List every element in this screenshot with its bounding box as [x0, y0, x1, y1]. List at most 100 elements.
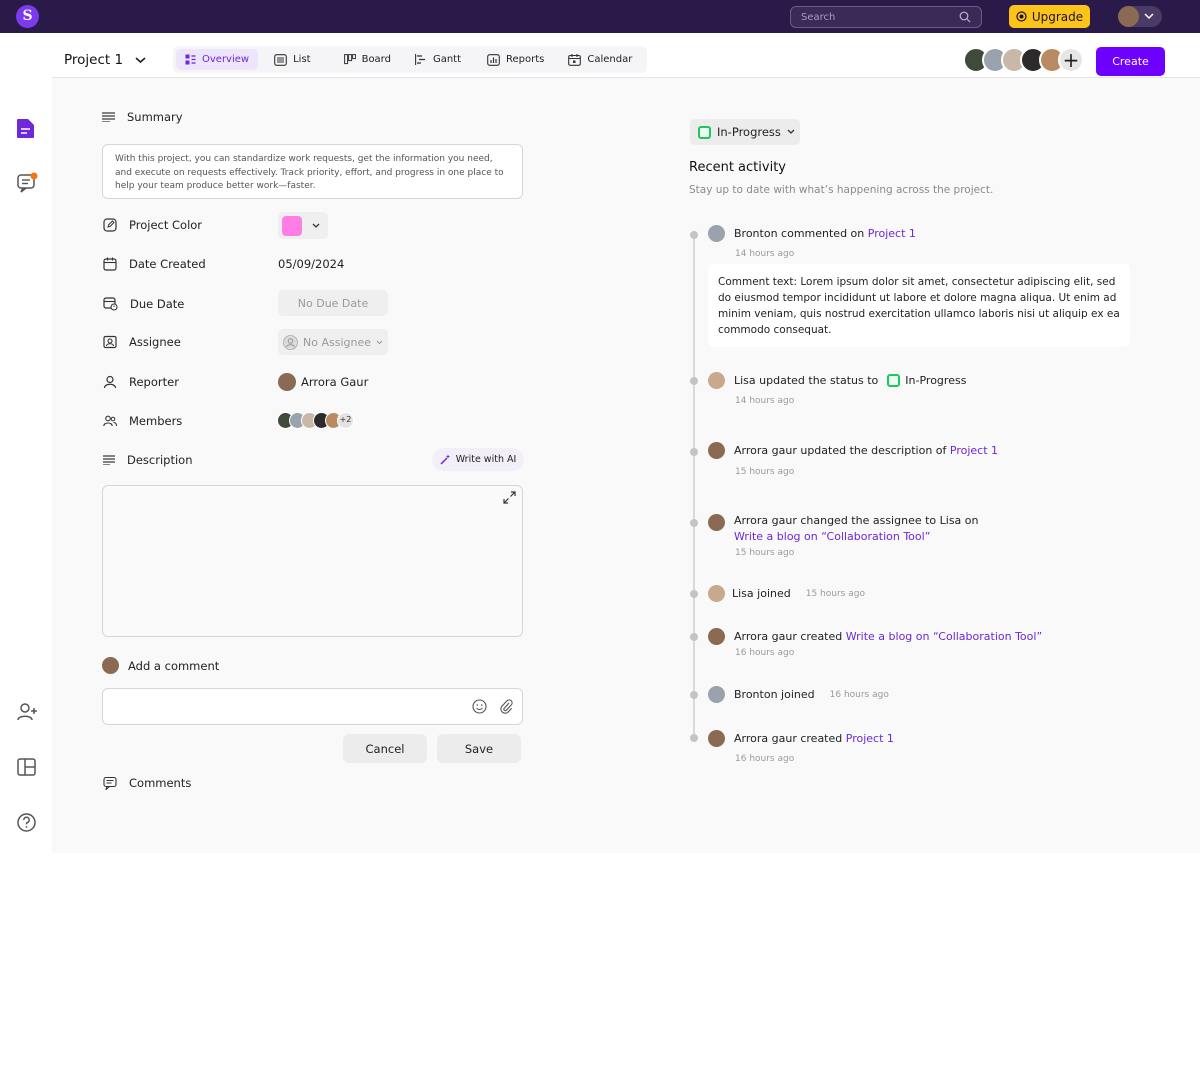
avatar: [708, 585, 725, 602]
calendar-icon: [568, 53, 582, 66]
tab-reports[interactable]: Reports: [478, 49, 553, 70]
project-color-picker[interactable]: [278, 212, 328, 239]
summary-row: Summary: [102, 110, 183, 124]
recent-activity-title: Recent activity: [689, 160, 786, 175]
due-date-label: Due Date: [130, 296, 185, 311]
activity-time: 14 hours ago: [735, 396, 795, 406]
project-members[interactable]: +: [963, 47, 1084, 73]
tab-list[interactable]: List: [265, 49, 319, 70]
tab-calendar[interactable]: Calendar: [559, 49, 641, 70]
paperclip-icon[interactable]: [499, 699, 513, 714]
activity-link[interactable]: Write a blog on “Collaboration Tool”: [846, 630, 1042, 643]
board-icon: [343, 54, 356, 65]
app-logo[interactable]: S: [16, 5, 39, 28]
document-icon[interactable]: [16, 117, 36, 139]
activity-time: 14 hours ago: [735, 249, 795, 259]
create-button[interactable]: Create: [1096, 47, 1165, 76]
save-button[interactable]: Save: [437, 734, 521, 763]
search-icon[interactable]: [959, 11, 971, 23]
user-icon: [103, 375, 117, 389]
upgrade-button[interactable]: Upgrade: [1009, 5, 1090, 28]
view-tabs: Overview List Board Gantt Reports Calend…: [173, 46, 648, 73]
date-created-row: Date Created: [103, 257, 206, 271]
overview-icon: [185, 54, 196, 65]
comment-composer[interactable]: [102, 688, 523, 725]
status-indicator: [887, 374, 901, 387]
color-swatch: [282, 215, 302, 236]
status-dropdown[interactable]: In-Progress: [690, 119, 800, 145]
reporter-label: Reporter: [129, 375, 179, 389]
upgrade-label: Upgrade: [1031, 9, 1084, 24]
activity-time: 15 hours ago: [735, 467, 795, 477]
activity-time: 15 hours ago: [805, 588, 865, 599]
description-label: Description: [127, 453, 193, 467]
recent-activity-subtitle: Stay up to date with what’s happening ac…: [689, 184, 994, 196]
timeline-dot: [690, 734, 698, 742]
calendar-clock-icon: [103, 296, 118, 311]
activity-item: Lisa updated the status to In-Progress: [708, 372, 966, 389]
description-editor[interactable]: [102, 485, 523, 637]
timeline-dot: [690, 633, 698, 641]
tab-overview[interactable]: Overview: [176, 49, 259, 70]
activity-link[interactable]: Project 1: [846, 732, 894, 745]
project-selector[interactable]: Project 1: [64, 52, 146, 68]
timeline-dot: [690, 519, 698, 527]
tab-board[interactable]: Board: [335, 49, 400, 70]
avatar: [708, 372, 725, 389]
chevron-down-icon: [376, 340, 383, 345]
activity-time: 16 hours ago: [829, 689, 889, 700]
activity-item: Arrora gaur created Write a blog on “Col…: [708, 628, 1042, 645]
timeline-line: [693, 235, 695, 740]
user-menu[interactable]: [1118, 6, 1162, 27]
project-header: Project 1 Overview List Board Gantt Repo…: [52, 33, 1200, 78]
due-date-picker[interactable]: No Due Date: [278, 290, 388, 316]
add-comment-row: Add a comment: [102, 657, 219, 674]
chevron-down-icon: [135, 56, 146, 64]
assignee-select[interactable]: No Assignee: [278, 329, 388, 355]
members-avatars[interactable]: +2: [277, 412, 354, 429]
top-bar: S Upgrade: [0, 0, 1200, 33]
upgrade-icon: [1016, 11, 1027, 22]
avatar: [708, 730, 725, 747]
activity-item: Bronton joined 16 hours ago: [708, 686, 889, 703]
summary-label: Summary: [127, 110, 183, 124]
activity-item: Arrora gaur created Project 1: [708, 730, 894, 747]
search-box[interactable]: [790, 6, 982, 28]
summary-textbox[interactable]: With this project, you can standardize w…: [102, 144, 523, 199]
members-label: Members: [129, 414, 183, 428]
chat-icon[interactable]: [16, 172, 38, 194]
help-icon[interactable]: [16, 812, 37, 833]
user-placeholder-icon: [283, 334, 298, 350]
activity-link[interactable]: Project 1: [950, 444, 998, 457]
avatar: [102, 657, 119, 674]
users-icon: [103, 415, 117, 427]
search-input[interactable]: [801, 10, 951, 25]
edit-icon: [103, 218, 117, 232]
project-title: Project 1: [64, 52, 124, 68]
list-icon: [274, 53, 287, 66]
tab-gantt[interactable]: Gantt: [406, 49, 470, 70]
comment-input[interactable]: [113, 698, 453, 716]
members-more-badge: +2: [337, 412, 354, 429]
activity-item: Arrora gaur changed the assignee to Lisa…: [708, 513, 979, 545]
timeline-dot: [690, 691, 698, 699]
magic-wand-icon: [440, 454, 451, 465]
activity-item: Lisa joined 15 hours ago: [708, 585, 865, 602]
activity-link[interactable]: Write a blog on “Collaboration Tool”: [734, 530, 930, 543]
write-with-ai-button[interactable]: Write with AI: [432, 448, 524, 471]
project-color-label: Project Color: [129, 218, 203, 232]
emoji-icon[interactable]: [472, 699, 487, 714]
expand-icon[interactable]: [503, 491, 516, 504]
cancel-button[interactable]: Cancel: [343, 734, 427, 763]
comments-label: Comments: [129, 776, 192, 790]
add-member-button[interactable]: +: [1058, 47, 1084, 73]
reports-icon: [487, 53, 500, 66]
activity-link[interactable]: Project 1: [868, 227, 916, 240]
activity-time: 15 hours ago: [735, 548, 795, 558]
activity-time: 16 hours ago: [735, 648, 795, 658]
add-user-icon[interactable]: [16, 702, 38, 722]
layout-icon[interactable]: [16, 757, 37, 777]
gantt-icon: [415, 54, 427, 65]
add-comment-label: Add a comment: [128, 658, 220, 673]
activity-time: 16 hours ago: [735, 754, 795, 764]
